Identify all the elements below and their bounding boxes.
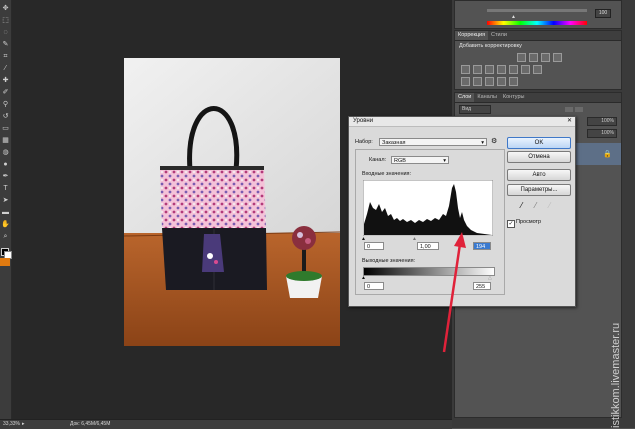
preset-label: Набор:	[355, 139, 373, 145]
chevron-down-icon: ▾	[481, 140, 484, 146]
gradient-map-adjust-icon[interactable]	[509, 77, 518, 86]
document-photo	[124, 58, 340, 346]
threshold-adjust-icon[interactable]	[485, 77, 494, 86]
preview-label: Просмотр	[516, 219, 542, 225]
auto-button[interactable]: Авто	[507, 169, 571, 181]
posterize-adjust-icon[interactable]	[473, 77, 482, 86]
input-white-field[interactable]: 194	[473, 242, 491, 250]
type-tool-icon[interactable]: T	[1, 184, 10, 193]
gradient-tool-icon[interactable]: ▦	[1, 136, 10, 145]
channel-select[interactable]: RGB ▾	[391, 156, 449, 164]
dialog-title-bar[interactable]: Уровни ✕	[349, 117, 575, 127]
dialog-title: Уровни	[353, 118, 374, 124]
input-gray-field[interactable]: 1,00	[417, 242, 439, 250]
options-button[interactable]: Параметры...	[507, 184, 571, 196]
output-gradient-bar	[363, 267, 495, 276]
photo-filter-adjust-icon[interactable]	[509, 65, 518, 74]
preset-options-gear-icon[interactable]: ⚙	[491, 138, 497, 145]
quick-select-tool-icon[interactable]: ✎	[1, 40, 10, 49]
output-white-slider-icon[interactable]: △	[488, 275, 492, 281]
color-panel: ▲ 100	[454, 0, 622, 29]
hand-tool-icon[interactable]: ✋	[1, 220, 10, 229]
vibrance-adjust-icon[interactable]	[461, 65, 470, 74]
black-point-eyedropper-icon[interactable]: ⁄	[521, 201, 522, 210]
shape-tool-icon[interactable]: ▬	[1, 208, 10, 217]
output-black-field[interactable]: 0	[364, 282, 384, 290]
color-balance-adjust-icon[interactable]	[485, 65, 494, 74]
histogram	[363, 180, 493, 236]
bag-photo-image	[124, 58, 340, 346]
tab-adjustments[interactable]: Коррекция	[455, 31, 489, 40]
output-white-field[interactable]: 255	[473, 282, 491, 290]
fill-field[interactable]: 100%	[587, 129, 617, 138]
exposure-adjust-icon[interactable]	[553, 53, 562, 62]
close-icon[interactable]: ✕	[567, 117, 572, 126]
levels-adjust-icon[interactable]	[529, 53, 538, 62]
black-white-adjust-icon[interactable]	[497, 65, 506, 74]
slider-marker-icon[interactable]: ▲	[511, 14, 516, 20]
hue-saturation-adjust-icon[interactable]	[473, 65, 482, 74]
color-slider-track[interactable]	[487, 9, 587, 12]
channel-mixer-adjust-icon[interactable]	[521, 65, 530, 74]
input-levels-label: Входные значения:	[362, 171, 412, 177]
tab-layers[interactable]: Слои	[455, 93, 475, 102]
layer-kind-filter[interactable]: Вид	[459, 105, 491, 114]
zoom-tool-icon[interactable]: ⌕	[1, 232, 10, 241]
channel-label: Канал:	[369, 157, 387, 163]
gray-point-eyedropper-icon[interactable]: ⁄	[535, 201, 536, 210]
adjustments-tabs: Коррекция Стили	[455, 31, 621, 41]
history-brush-tool-icon[interactable]: ↺	[1, 112, 10, 121]
output-levels-label: Выходные значения:	[362, 258, 416, 264]
tools-toolbar: ✥ ⬚ ◌ ✎ ⌗ ⁄ ✚ ✐ ⚲ ↺ ▭ ▦ ◍ ● ✒ T ➤ ▬ ✋ ⌕	[0, 0, 12, 428]
white-point-eyedropper-icon[interactable]: ⁄	[549, 201, 550, 210]
ok-button[interactable]: OK	[507, 137, 571, 149]
filter-image-icon[interactable]	[565, 107, 573, 112]
cancel-button[interactable]: Отмена	[507, 151, 571, 163]
invert-adjust-icon[interactable]	[461, 77, 470, 86]
crop-tool-icon[interactable]: ⌗	[1, 52, 10, 61]
brush-tool-icon[interactable]: ✐	[1, 88, 10, 97]
color-spectrum-bar[interactable]	[487, 21, 587, 25]
layer-lock-icon: 🔒	[603, 151, 612, 158]
healing-brush-tool-icon[interactable]: ✚	[1, 76, 10, 85]
lasso-tool-icon[interactable]: ◌	[1, 28, 10, 37]
quick-mask-icon[interactable]	[0, 258, 10, 266]
tab-styles[interactable]: Стили	[488, 31, 510, 40]
watermark-text: istikkom.livemaster.ru	[610, 322, 622, 428]
annotation-arrow-icon	[442, 232, 466, 353]
clone-stamp-tool-icon[interactable]: ⚲	[1, 100, 10, 109]
adjustments-panel: Коррекция Стили Добавить корректировку	[454, 30, 622, 90]
eyedropper-tool-icon[interactable]: ⁄	[1, 64, 10, 73]
path-select-tool-icon[interactable]: ➤	[1, 196, 10, 205]
eraser-tool-icon[interactable]: ▭	[1, 124, 10, 133]
move-tool-icon[interactable]: ✥	[1, 4, 10, 13]
filter-adjust-icon[interactable]	[575, 107, 583, 112]
selective-color-adjust-icon[interactable]	[497, 77, 506, 86]
opacity-field[interactable]: 100%	[587, 117, 617, 126]
color-lookup-adjust-icon[interactable]	[533, 65, 542, 74]
curves-adjust-icon[interactable]	[541, 53, 550, 62]
tab-paths[interactable]: Контуры	[500, 93, 528, 102]
marquee-tool-icon[interactable]: ⬚	[1, 16, 10, 25]
preset-select[interactable]: Заказная ▾	[379, 138, 487, 146]
brightness-adjust-icon[interactable]	[517, 53, 526, 62]
add-adjustment-label: Добавить корректировку	[459, 43, 522, 49]
color-value-box[interactable]: 100	[595, 9, 611, 18]
input-black-field[interactable]: 0	[364, 242, 384, 250]
pen-tool-icon[interactable]: ✒	[1, 172, 10, 181]
layers-tabs: Слои Каналы Контуры	[455, 93, 621, 103]
chevron-down-icon: ▾	[443, 158, 446, 164]
output-black-slider-icon[interactable]: ▲	[361, 275, 366, 281]
dodge-tool-icon[interactable]: ●	[1, 160, 10, 169]
preview-checkbox[interactable]: ✓	[507, 220, 515, 228]
tab-channels[interactable]: Каналы	[474, 93, 500, 102]
blur-tool-icon[interactable]: ◍	[1, 148, 10, 157]
